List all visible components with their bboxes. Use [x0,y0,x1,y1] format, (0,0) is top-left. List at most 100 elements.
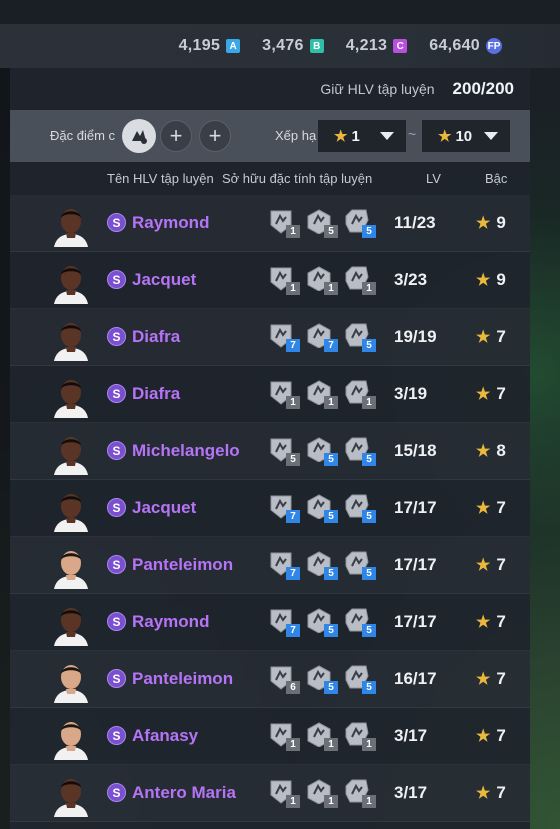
rank-to-dropdown[interactable]: ★ 10 [422,120,510,152]
training-trait-icon[interactable]: 5 [344,322,376,352]
rank-from-dropdown[interactable]: ★ 1 [318,120,406,152]
add-trait-filter-button-1[interactable]: + [160,120,192,152]
avatar [50,545,92,589]
training-trait-icon[interactable]: 5 [306,208,338,238]
trait-level: 1 [324,396,338,409]
currency-item: 4,213 C [346,37,408,55]
training-trait-icon[interactable]: 5 [306,664,338,694]
training-trait-icon[interactable]: 1 [344,721,376,751]
table-row[interactable]: S Michelangelo 5 5 5 15/18 ★ 8 [10,423,530,480]
trait-level: 1 [362,396,376,409]
coach-grade: ★ 7 [476,783,506,803]
trait-level: 5 [324,567,338,580]
coach-hold-label: Giữ HLV tập luyện [320,81,435,97]
training-trait-icon[interactable]: 1 [268,265,300,295]
training-trait-icon[interactable]: 1 [306,721,338,751]
chevron-down-icon [484,132,498,140]
table-row[interactable]: S Raymond 7 5 5 17/17 ★ 7 [10,594,530,651]
training-trait-icon[interactable]: 7 [268,550,300,580]
star-icon: ★ [476,386,491,403]
trait-level: 6 [286,681,300,694]
table-row[interactable]: S Raymond 1 5 5 11/23 ★ 9 [10,195,530,252]
coach-grade: ★ 7 [476,555,506,575]
training-trait-icon[interactable]: 1 [344,265,376,295]
header-grade[interactable]: Bậc [485,171,507,186]
avatar [50,431,92,475]
filter-bar: Đặc điểm c + + Xếp hạ ★ 1 ~ ★ 10 [10,110,530,162]
trait-level: 7 [286,567,300,580]
table-row[interactable]: S Diafra 1 1 1 3/19 ★ 7 [10,366,530,423]
grade-value: 7 [496,498,506,517]
add-trait-filter-button-2[interactable]: + [199,120,231,152]
currency-icon: FP [486,38,502,54]
training-trait-icon[interactable]: 1 [306,379,338,409]
training-trait-icon[interactable]: 5 [344,550,376,580]
table-row[interactable]: S Diafra 7 7 5 19/19 ★ 7 [10,309,530,366]
coach-level: 19/19 [394,327,437,346]
table-row[interactable]: S Panteleimon 7 5 5 17/17 ★ 7 [10,537,530,594]
trait-level: 1 [286,795,300,808]
table-row[interactable]: S Afanasy 1 1 1 3/17 ★ 7 [10,708,530,765]
coach-level: 17/17 [394,555,437,574]
coach-grade: ★ 9 [476,270,506,290]
training-trait-icon[interactable]: 5 [344,607,376,637]
trait-list: 7 5 5 [268,550,376,580]
rank-badge: S [107,669,126,688]
coach-level: 3/23 [394,270,428,289]
star-icon: ★ [476,329,491,346]
table-row[interactable]: S Panteleimon 6 5 5 16/17 ★ 7 [10,651,530,708]
header-name[interactable]: Tên HLV tập luyện [107,171,214,186]
training-trait-icon[interactable]: 5 [306,493,338,523]
trait-level: 5 [362,681,376,694]
avatar [50,659,92,703]
rank-badge: S [107,726,126,745]
grade-value: 7 [496,327,506,346]
trait-filter-label: Đặc điểm c [50,128,116,143]
training-trait-icon[interactable]: 1 [306,265,338,295]
training-trait-icon[interactable]: 5 [344,664,376,694]
training-trait-icon[interactable]: 7 [268,322,300,352]
training-trait-icon[interactable]: 6 [268,664,300,694]
training-trait-icon[interactable]: 7 [268,607,300,637]
training-trait-icon[interactable]: 5 [344,208,376,238]
rank-from-value: 1 [351,127,360,145]
training-trait-icon[interactable]: 1 [268,379,300,409]
training-trait-icon[interactable]: 1 [344,778,376,808]
trait-list: 1 1 1 [268,778,376,808]
training-trait-icon[interactable]: 5 [268,436,300,466]
training-trait-icon[interactable]: 1 [268,208,300,238]
trait-level: 5 [324,624,338,637]
grade-value: 7 [496,669,506,688]
coach-level: 3/17 [394,726,428,745]
star-icon: ★ [334,128,348,145]
trait-list: 6 5 5 [268,664,376,694]
coach-name: Panteleimon [132,555,234,574]
avatar [50,488,92,532]
star-icon: ★ [476,443,491,460]
currency-value: 4,213 [345,37,388,54]
currency-icon: C [393,39,408,53]
table-row[interactable]: S Jacquet 1 1 1 3/23 ★ 9 [10,252,530,309]
header-lv[interactable]: LV [426,171,441,186]
training-trait-icon[interactable]: 7 [306,322,338,352]
star-icon: ★ [438,128,452,145]
table-row[interactable]: S Antero Maria 1 1 1 3/17 ★ 7 [10,765,530,822]
coach-list: S Raymond 1 5 5 11/23 ★ 9 S Jacquet 1 1 1 3/23 ★ 9 S Diaf… [10,195,530,822]
trait-level: 7 [286,624,300,637]
training-trait-icon[interactable]: 7 [268,493,300,523]
coach-grade: ★ 8 [476,441,506,461]
training-trait-icon[interactable]: 5 [306,436,338,466]
currency-value: 64,640 [429,37,480,54]
training-trait-icon[interactable]: 1 [306,778,338,808]
training-trait-icon[interactable]: 1 [268,721,300,751]
training-trait-icon[interactable]: 5 [344,436,376,466]
trait-list: 7 5 5 [268,607,376,637]
training-trait-icon[interactable]: 5 [306,607,338,637]
star-icon: ★ [476,557,491,574]
training-trait-icon[interactable]: 1 [268,778,300,808]
table-row[interactable]: S Jacquet 7 5 5 17/17 ★ 7 [10,480,530,537]
training-trait-icon[interactable]: 5 [306,550,338,580]
training-trait-icon[interactable]: 1 [344,379,376,409]
trait-filter-selected-icon[interactable] [122,119,156,153]
training-trait-icon[interactable]: 5 [344,493,376,523]
